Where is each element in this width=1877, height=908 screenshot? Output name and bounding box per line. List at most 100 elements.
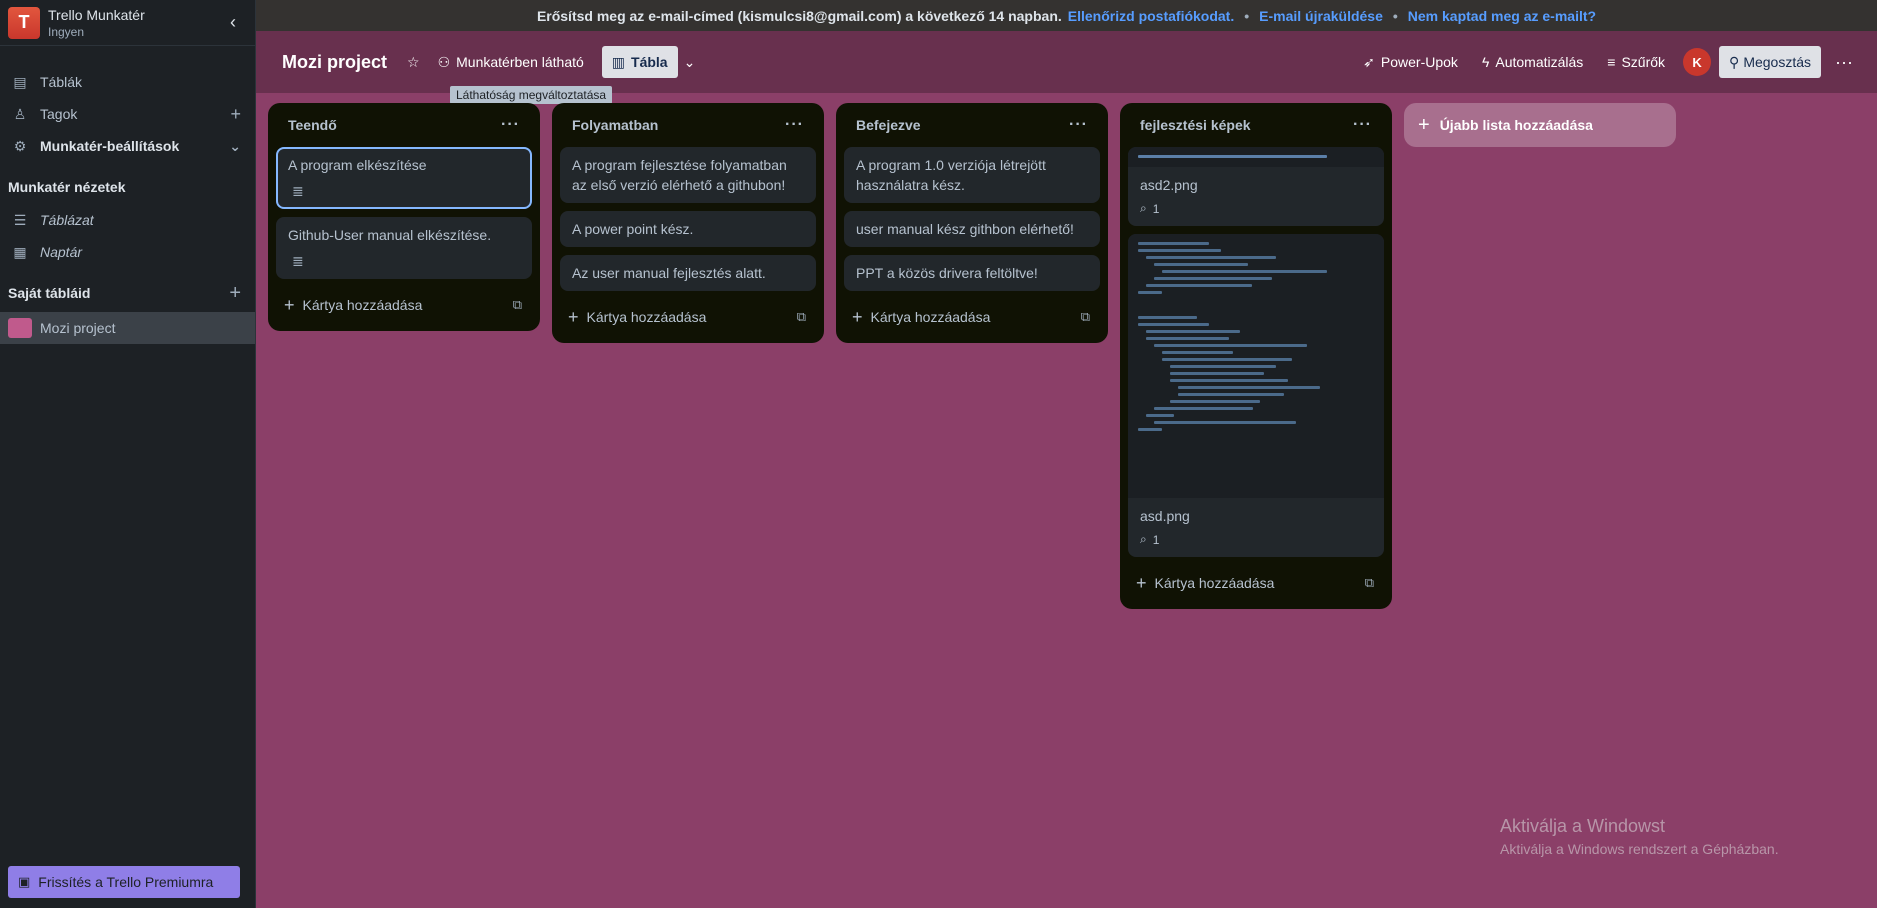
list-header[interactable]: fejlesztési képek ··· [1128,103,1384,147]
sidebar: T Trello Munkatér Ingyen ‹ ▤ Táblák ♙ Ta… [0,0,256,908]
list-header[interactable]: Teendő ··· [276,103,532,147]
card-title: asd.png [1140,508,1190,524]
chevron-down-icon: ⌄ [683,53,696,70]
card[interactable]: asd.png ⌕ 1 [1128,234,1384,557]
list-title[interactable]: Befejezve [856,117,921,133]
upgrade-button[interactable]: ▣ Frissítés a Trello Premiumra [8,866,240,898]
card[interactable]: asd2.png ⌕ 1 [1128,147,1384,226]
sidebar-item-table[interactable]: ☰ Táblázat [0,204,255,236]
card[interactable]: A program 1.0 verziója létrejött használ… [844,147,1100,203]
filters-button[interactable]: ≡ Szűrők [1597,46,1675,78]
card-title: A power point kész. [572,221,694,237]
add-list-label: Újabb lista hozzáadása [1439,117,1593,133]
list-title[interactable]: fejlesztési képek [1140,117,1251,133]
template-icon[interactable]: ⧉ [1365,575,1374,591]
add-card-button[interactable]: + Kártya hozzáadása ⧉ [560,299,816,335]
card[interactable]: PPT a közös drivera feltöltve! [844,255,1100,291]
gear-icon: ⚙ [13,137,27,154]
board-view-icon: ▥ [611,53,626,70]
template-icon[interactable]: ⧉ [513,297,522,313]
card[interactable]: A program fejlesztése folyamatban az els… [560,147,816,203]
sidebar-item-calendar[interactable]: ▦ Naptár [0,236,255,268]
list-header[interactable]: Befejezve ··· [844,103,1100,147]
star-button[interactable]: ☆ [399,46,428,78]
card[interactable]: A program elkészítése ≣ [276,147,532,209]
calendar-icon: ▦ [13,243,27,260]
sidebar-item-label: Táblázat [40,212,94,228]
add-card-button[interactable]: + Kártya hozzáadása ⧉ [276,287,532,323]
plus-icon: + [284,294,295,315]
card-cover-image [1128,147,1384,167]
workspace-name[interactable]: Trello Munkatér [48,7,219,23]
add-board-icon[interactable]: + [229,282,241,305]
card[interactable]: A power point kész. [560,211,816,247]
avatar[interactable]: K [1683,48,1712,76]
workspace-logo[interactable]: T [8,6,40,39]
chevron-left-icon: ‹ [230,12,236,32]
resend-email-link[interactable]: E-mail újraküldése [1259,8,1383,24]
briefcase-icon: ▣ [18,874,31,889]
check-inbox-link[interactable]: Ellenőrizd postafiókodat. [1068,8,1234,24]
share-button[interactable]: ⚲ Megosztás [1719,46,1822,78]
sidebar-item-members[interactable]: ♙ Tagok + [0,98,255,130]
visibility-button[interactable]: ⚇ Munkatérben látható [428,46,594,78]
sidebar-board-label: Mozi project [40,320,116,336]
list-header[interactable]: Folyamatban ··· [560,103,816,147]
star-icon: ☆ [407,53,420,70]
list-menu-icon[interactable]: ··· [785,116,804,134]
filter-icon: ≡ [1607,54,1616,70]
card[interactable]: Az user manual fejlesztés alatt. [560,255,816,291]
no-email-link[interactable]: Nem kaptad meg az e-mailt? [1408,8,1596,24]
sidebar-board-mozi-project[interactable]: Mozi project [0,312,255,344]
rocket-icon: ➶ [1363,53,1375,70]
list-menu-icon[interactable]: ··· [1353,116,1372,134]
windows-activation-watermark: Aktiválja a Windowst Aktiválja a Windows… [1500,816,1779,857]
ellipsis-icon: ··· [1835,51,1853,72]
add-person-icon: ⚲ [1729,53,1740,70]
sidebar-item-label: Naptár [40,244,83,260]
more-menu-button[interactable]: ··· [1825,52,1863,73]
add-member-icon[interactable]: + [230,104,241,125]
card-title: A program fejlesztése folyamatban az els… [572,157,787,193]
add-card-label: Kártya hozzáadása [1154,575,1275,591]
add-card-button[interactable]: + Kártya hozzáadása ⧉ [844,299,1100,335]
template-icon[interactable]: ⧉ [1081,309,1090,325]
add-card-button[interactable]: + Kártya hozzáadása ⧉ [1128,565,1384,601]
banner-text: Erősítsd meg az e-mail-címed (kismulcsi8… [536,7,1062,24]
plus-icon: + [852,306,863,327]
view-label: Tábla [631,54,668,70]
people-icon: ⚇ [437,53,451,70]
attachment-count: 1 [1152,532,1160,547]
workspace-header: T Trello Munkatér Ingyen ‹ [0,0,255,46]
board-color-swatch [8,318,32,338]
upgrade-label: Frissítés a Trello Premiumra [38,874,214,890]
add-card-label: Kártya hozzáadása [302,297,423,313]
powerups-label: Power-Upok [1380,54,1458,70]
list-title[interactable]: Folyamatban [572,117,658,133]
view-switcher-button[interactable]: ⌄ [678,46,702,78]
template-icon[interactable]: ⧉ [797,309,806,325]
attachment-badge: ⌕ 1 [1128,197,1384,226]
plus-icon: + [1418,113,1430,136]
view-board-button[interactable]: ▥ Tábla [601,46,678,78]
powerups-button[interactable]: ➶ Power-Upok [1353,46,1468,78]
watermark-subtitle: Aktiválja a Windows rendszert a Gépházba… [1500,841,1779,857]
list-title[interactable]: Teendő [288,117,337,133]
list-menu-icon[interactable]: ··· [501,116,520,134]
add-list-button[interactable]: + Újabb lista hozzáadása [1404,103,1676,147]
board-header: Mozi project ☆ ⚇ Munkatérben látható ▥ T… [256,31,1877,93]
board-title[interactable]: Mozi project [270,52,399,73]
card-title: A program 1.0 verziója létrejött használ… [856,157,1046,193]
list-menu-icon[interactable]: ··· [1069,116,1088,134]
card-title: Github-User manual elkészítése. [288,227,492,243]
visibility-label: Munkatérben látható [456,54,584,70]
card[interactable]: Github-User manual elkészítése. ≣ [276,217,532,279]
automation-label: Automatizálás [1495,54,1584,70]
card-cover-image [1128,234,1384,498]
sidebar-item-settings[interactable]: ⚙ Munkatér-beállítások ⌄ [0,130,255,162]
sidebar-item-boards[interactable]: ▤ Táblák [0,66,255,98]
card[interactable]: user manual kész githbon elérhető! [844,211,1100,247]
automation-button[interactable]: ϟ Automatizálás [1472,46,1593,78]
collapse-sidebar-button[interactable]: ‹ [219,9,247,37]
chevron-down-icon[interactable]: ⌄ [229,138,241,155]
